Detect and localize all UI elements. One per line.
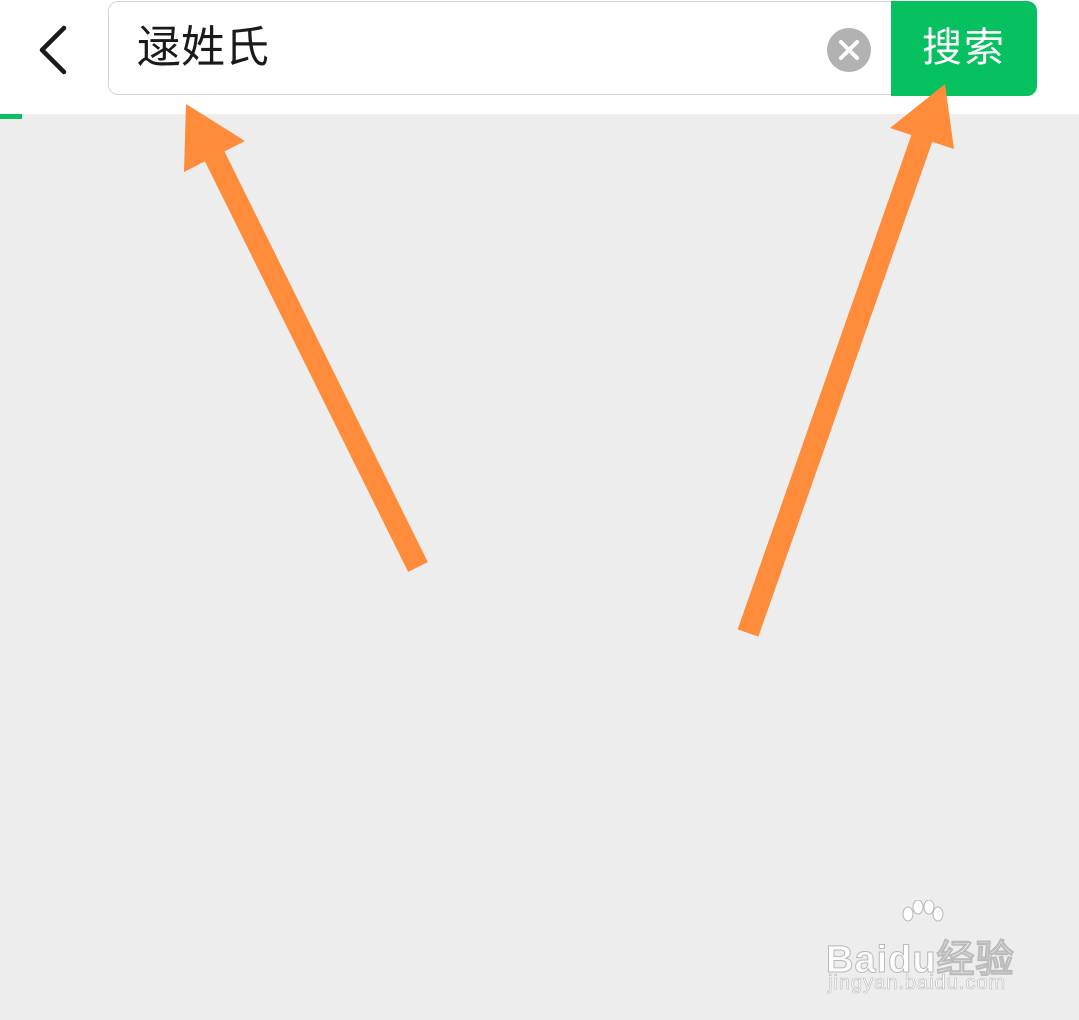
watermark-url: jingyan.baidu.com: [828, 972, 1007, 995]
active-tab-indicator: [0, 114, 22, 119]
chevron-left-icon: [39, 25, 67, 75]
clear-circle-icon: [839, 40, 859, 60]
annotation-arrows: [184, 84, 954, 637]
clear-button[interactable]: [827, 28, 871, 72]
search-header: 搜索: [0, 0, 1079, 114]
arrow-to-search-button: [737, 84, 954, 637]
baidu-jingyan-watermark: Baidu经验 jingyan.baidu.com: [826, 900, 1026, 1010]
search-box: [108, 1, 891, 95]
arrow-to-search-input: [184, 104, 428, 572]
back-button[interactable]: [26, 20, 82, 80]
search-input[interactable]: [137, 16, 817, 80]
search-button[interactable]: 搜索: [891, 1, 1037, 96]
